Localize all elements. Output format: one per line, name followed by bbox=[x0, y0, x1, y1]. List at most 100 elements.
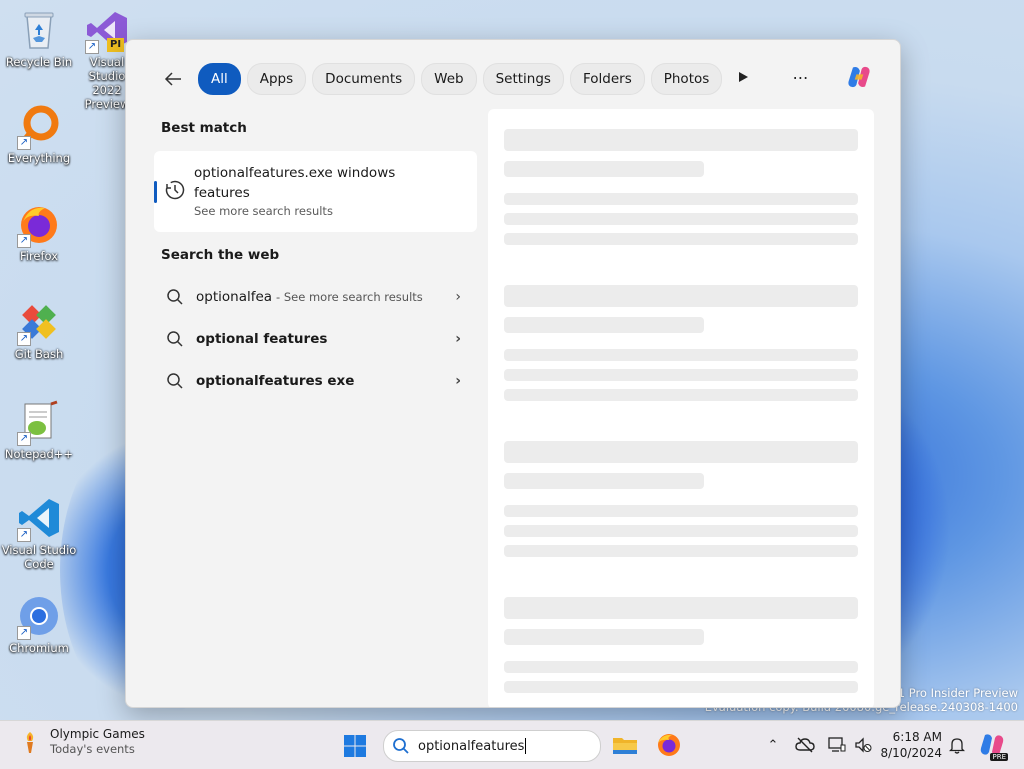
shortcut-arrow-icon: ↗ bbox=[17, 136, 31, 150]
search-icon bbox=[167, 289, 183, 305]
speaker-muted-icon bbox=[855, 737, 872, 753]
search-input-value: optionalfeatures bbox=[418, 738, 525, 754]
show-hidden-icons-button[interactable]: ⌃ bbox=[762, 734, 784, 756]
panel-actions: ⋯ bbox=[730, 64, 872, 90]
cloud-offline-icon bbox=[795, 737, 815, 753]
chromium-icon: ↗ bbox=[17, 594, 61, 640]
skeleton-bar bbox=[504, 349, 858, 361]
vscode-icon: ↗ bbox=[17, 496, 61, 542]
skeleton-bar bbox=[504, 233, 858, 245]
play-icon bbox=[739, 72, 748, 82]
skeleton-bar bbox=[504, 473, 704, 489]
shortcut-arrow-icon: ↗ bbox=[17, 332, 31, 346]
desktop-icon-label: Everything bbox=[7, 151, 71, 165]
notifications-button[interactable] bbox=[946, 734, 968, 756]
widget-subtitle: Today's events bbox=[50, 742, 135, 756]
web-result[interactable]: optional features › bbox=[154, 320, 477, 358]
skeleton-bar bbox=[504, 505, 858, 517]
web-result-suffix: - See more search results bbox=[276, 290, 423, 304]
git-bash-icon: ↗ bbox=[17, 300, 61, 346]
filter-folders[interactable]: Folders bbox=[569, 63, 645, 95]
arrow-left-icon bbox=[164, 72, 181, 86]
network-status[interactable] bbox=[826, 734, 848, 756]
chevron-right-icon: › bbox=[455, 373, 461, 389]
skeleton-bar bbox=[504, 161, 704, 177]
volume-status[interactable] bbox=[852, 734, 874, 756]
pre-badge: PRE bbox=[990, 753, 1008, 761]
desktop-icon-firefox[interactable]: ↗ Firefox bbox=[0, 202, 78, 263]
skeleton-bar bbox=[504, 213, 858, 225]
search-panel: All Apps Documents Web Settings Folders … bbox=[125, 39, 901, 708]
taskbar-search-input[interactable]: optionalfeatures bbox=[383, 730, 601, 762]
folder-icon bbox=[613, 738, 637, 754]
best-match-subtitle: See more search results bbox=[194, 204, 333, 218]
skeleton-bar bbox=[504, 193, 858, 205]
widget-title: Olympic Games bbox=[50, 727, 145, 741]
taskbar: Olympic Games Today's events optionalfea… bbox=[0, 720, 1024, 769]
widgets-button[interactable]: Olympic Games Today's events bbox=[18, 727, 145, 757]
skeleton-bar bbox=[504, 285, 858, 307]
copilot-taskbar-button[interactable]: PRE bbox=[978, 731, 1008, 761]
desktop-icon-label: Git Bash bbox=[14, 347, 64, 361]
everything-search-icon: ↗ bbox=[17, 104, 61, 150]
filter-all[interactable]: All bbox=[198, 63, 241, 95]
start-button[interactable] bbox=[343, 734, 367, 758]
desktop-icon-notepad-plus-plus[interactable]: ↗ Notepad++ bbox=[0, 400, 78, 461]
chevron-right-icon: › bbox=[455, 289, 461, 305]
desktop-icon-label: Recycle Bin bbox=[5, 55, 73, 69]
network-icon bbox=[828, 737, 846, 752]
filter-web[interactable]: Web bbox=[421, 63, 477, 95]
skeleton-bar bbox=[504, 129, 858, 151]
desktop-icon-everything[interactable]: ↗ Everything bbox=[0, 104, 78, 165]
best-match-heading: Best match bbox=[161, 120, 247, 136]
more-icon: ⋯ bbox=[792, 67, 810, 87]
preview-pane-loading bbox=[488, 109, 874, 707]
taskbar-file-explorer[interactable] bbox=[611, 731, 639, 759]
firefox-icon: ↗ bbox=[17, 202, 61, 248]
copilot-icon bbox=[848, 66, 870, 88]
taskbar-clock[interactable]: 6:18 AM 8/10/2024 bbox=[880, 729, 942, 761]
search-icon bbox=[393, 738, 409, 754]
desktop-icon-label: Chromium bbox=[9, 641, 69, 655]
chevron-right-icon: › bbox=[455, 331, 461, 347]
history-icon bbox=[165, 180, 185, 200]
more-options-button[interactable]: ⋯ bbox=[788, 64, 814, 90]
shortcut-arrow-icon: ↗ bbox=[17, 234, 31, 248]
web-result-text: optional features bbox=[196, 331, 328, 347]
desktop-icon-vscode[interactable]: ↗ Visual Studio Code bbox=[0, 496, 78, 571]
skeleton-bar bbox=[504, 545, 858, 557]
copilot-button[interactable] bbox=[846, 64, 872, 90]
web-result-text: optionalfea bbox=[196, 289, 273, 305]
desktop-icon-chromium[interactable]: ↗ Chromium bbox=[0, 594, 78, 655]
play-button[interactable] bbox=[730, 64, 756, 90]
web-result-text: optionalfeatures exe bbox=[196, 373, 355, 389]
filter-documents[interactable]: Documents bbox=[312, 63, 416, 95]
onedrive-status[interactable] bbox=[794, 734, 816, 756]
filter-photos[interactable]: Photos bbox=[650, 63, 723, 95]
clock-time: 6:18 AM bbox=[892, 730, 942, 744]
filter-settings[interactable]: Settings bbox=[482, 63, 564, 95]
best-match-title: optionalfeatures.exe windows features bbox=[194, 165, 396, 201]
taskbar-firefox[interactable] bbox=[655, 731, 683, 759]
skeleton-bar bbox=[504, 389, 858, 401]
search-icon bbox=[167, 331, 183, 347]
shortcut-arrow-icon: ↗ bbox=[17, 432, 31, 446]
desktop-icon-label: Visual Studio Code bbox=[1, 543, 77, 571]
shortcut-arrow-icon: ↗ bbox=[17, 626, 31, 640]
desktop-icon-recycle-bin[interactable]: Recycle Bin bbox=[0, 8, 78, 69]
web-result[interactable]: optionalfea - See more search results › bbox=[154, 278, 477, 316]
desktop-icon-git-bash[interactable]: ↗ Git Bash bbox=[0, 300, 78, 361]
web-result[interactable]: optionalfeatures exe › bbox=[154, 362, 477, 400]
skeleton-bar bbox=[504, 681, 858, 693]
skeleton-bar bbox=[504, 629, 704, 645]
text-caret bbox=[525, 738, 527, 754]
recycle-bin-icon bbox=[17, 8, 61, 52]
filter-apps[interactable]: Apps bbox=[246, 63, 307, 95]
best-match-result[interactable]: optionalfeatures.exe windows features Se… bbox=[154, 151, 477, 232]
desktop-icon-label: Firefox bbox=[19, 249, 59, 263]
skeleton-bar bbox=[504, 597, 858, 619]
filter-bar: All Apps Documents Web Settings Folders … bbox=[160, 63, 723, 95]
back-button[interactable] bbox=[160, 66, 186, 92]
skeleton-bar bbox=[504, 441, 858, 463]
skeleton-bar bbox=[504, 369, 858, 381]
